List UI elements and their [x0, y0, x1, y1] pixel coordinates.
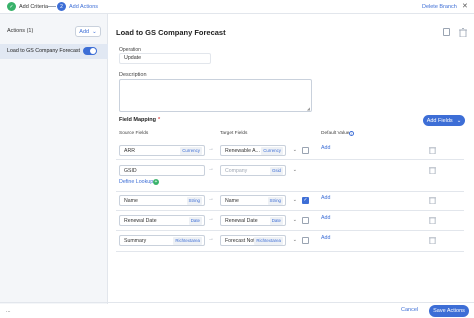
- target-field-name: Name: [225, 198, 239, 204]
- save-actions-button[interactable]: Save Actions: [429, 305, 469, 317]
- trash-icon[interactable]: [429, 196, 436, 204]
- mapping-row: GSID → Company Gsid ⌄: [116, 160, 464, 192]
- action-item-label: Load to GS Company Forecast: [7, 48, 81, 54]
- plus-circle-icon[interactable]: +: [153, 179, 159, 185]
- default-value-checkbox[interactable]: [302, 237, 309, 244]
- mapping-row: Name String → Name String ⌄ ✓ Add: [116, 192, 464, 211]
- target-field-type: Currency: [261, 147, 283, 155]
- source-field-type: Richtextarea: [173, 237, 202, 245]
- chevron-down-icon[interactable]: ⌄: [293, 167, 297, 173]
- add-default-link[interactable]: Add: [321, 195, 330, 201]
- arrow-right-icon: →: [208, 166, 214, 172]
- add-action-button[interactable]: Add ⌄: [75, 26, 101, 37]
- default-value-checkbox[interactable]: ✓: [302, 197, 309, 204]
- resize-handle-icon[interactable]: ◢: [307, 106, 310, 111]
- close-icon[interactable]: ✕: [462, 2, 468, 10]
- target-fields-header: Target Fields: [220, 131, 248, 136]
- target-field-select[interactable]: Company Gsid ⌄: [220, 165, 297, 176]
- source-field-type: Date: [188, 217, 202, 225]
- arrow-right-icon: →: [208, 216, 214, 222]
- source-field-name: ARR: [124, 148, 135, 154]
- add-default-link[interactable]: Add: [321, 215, 330, 221]
- chevron-down-icon[interactable]: ⌄: [293, 237, 297, 243]
- target-field-select[interactable]: Renewable A... Currency ⌄: [220, 145, 297, 156]
- footer-bar: ... Cancel Save Actions: [0, 302, 474, 318]
- footer-more[interactable]: ...: [6, 308, 11, 314]
- mapping-row: Renewal Date Date → Renewal Date Date ⌄ …: [116, 211, 464, 231]
- arrow-right-icon: →: [208, 146, 214, 152]
- operation-field[interactable]: Update: [119, 53, 211, 64]
- mapping-row: ARR Currency → Renewable A... Currency ⌄…: [116, 141, 464, 160]
- description-label: Description: [119, 72, 147, 78]
- target-field-type: Date: [269, 217, 283, 225]
- arrow-right-icon: →: [208, 196, 214, 202]
- default-value-checkbox[interactable]: [302, 217, 309, 224]
- chevron-down-icon[interactable]: ⌄: [293, 147, 297, 153]
- source-field-select[interactable]: Summary Richtextarea: [119, 235, 205, 246]
- description-textarea[interactable]: ◢: [119, 79, 312, 112]
- chevron-down-icon: ⌄: [456, 117, 462, 124]
- info-icon[interactable]: i: [349, 131, 354, 136]
- source-field-name: GSID: [124, 168, 137, 174]
- source-field-select[interactable]: GSID: [119, 165, 205, 176]
- add-default-link[interactable]: Add: [321, 235, 330, 241]
- target-field-select[interactable]: Name String ⌄: [220, 195, 297, 206]
- top-bar: ✓ Add Criteria 2 Add Actions Delete Bran…: [0, 0, 474, 14]
- trash-icon[interactable]: [429, 166, 436, 174]
- source-fields-header: Source Fields: [119, 131, 149, 136]
- source-field-type: Currency: [180, 147, 202, 155]
- delete-branch-link[interactable]: Delete Branch: [422, 4, 457, 10]
- target-field-type: String: [267, 197, 283, 205]
- target-field-name: Company: [225, 168, 248, 174]
- required-mark: *: [157, 117, 161, 123]
- step-label: Add Actions: [69, 3, 99, 10]
- define-lookup-link[interactable]: Define Lookup: [119, 179, 153, 185]
- step-connector: [48, 6, 56, 7]
- step-add-criteria[interactable]: ✓ Add Criteria: [7, 2, 48, 11]
- source-field-name: Renewal Date: [124, 218, 157, 224]
- add-default-link[interactable]: Add: [321, 145, 330, 151]
- field-mapping-text: Field Mapping: [119, 117, 156, 123]
- add-fields-label: Add Fields: [426, 117, 453, 124]
- target-field-name: Renewal Date: [225, 218, 258, 224]
- target-field-type: Richtextarea: [254, 237, 283, 245]
- source-field-select[interactable]: ARR Currency: [119, 145, 205, 156]
- page-title: Load to GS Company Forecast: [116, 28, 226, 37]
- source-field-select[interactable]: Name String: [119, 195, 205, 206]
- step-add-actions[interactable]: 2 Add Actions: [57, 2, 98, 11]
- cancel-button[interactable]: Cancel: [401, 307, 418, 313]
- source-field-select[interactable]: Renewal Date Date: [119, 215, 205, 226]
- copy-icon[interactable]: [443, 28, 450, 36]
- sidebar-item-action[interactable]: Load to GS Company Forecast: [0, 44, 108, 59]
- step-label: Add Criteria: [19, 3, 49, 10]
- target-field-name: Renewable A...: [225, 148, 260, 154]
- add-fields-button[interactable]: Add Fields ⌄: [423, 115, 465, 126]
- source-field-type: String: [186, 197, 202, 205]
- trash-icon[interactable]: [429, 216, 436, 224]
- target-field-select[interactable]: Forecast Notes Richtextarea ⌄: [220, 235, 297, 246]
- trash-icon[interactable]: [459, 28, 467, 37]
- chevron-down-icon[interactable]: ⌄: [293, 217, 297, 223]
- actions-sidebar: Actions (1) Add ⌄ Load to GS Company For…: [0, 14, 108, 304]
- action-enabled-toggle[interactable]: [83, 47, 97, 55]
- check-icon: ✓: [7, 2, 16, 11]
- step-number: 2: [57, 2, 66, 11]
- target-field-select[interactable]: Renewal Date Date ⌄: [220, 215, 297, 226]
- chevron-down-icon[interactable]: ⌄: [293, 197, 297, 203]
- actions-count-title: Actions (1): [7, 28, 34, 34]
- field-mapping-label: Field Mapping *: [119, 117, 160, 123]
- source-field-name: Name: [124, 198, 138, 204]
- target-field-type: Gsid: [269, 167, 283, 175]
- chevron-down-icon: ⌄: [92, 28, 97, 35]
- trash-icon[interactable]: [429, 146, 436, 154]
- mapping-row: Summary Richtextarea → Forecast Notes Ri…: [116, 231, 464, 252]
- source-field-name: Summary: [124, 238, 147, 244]
- default-value-header: Default Value: [321, 131, 350, 136]
- trash-icon[interactable]: [429, 236, 436, 244]
- default-value-checkbox[interactable]: [302, 147, 309, 154]
- arrow-right-icon: →: [208, 236, 214, 242]
- add-label: Add: [79, 28, 90, 35]
